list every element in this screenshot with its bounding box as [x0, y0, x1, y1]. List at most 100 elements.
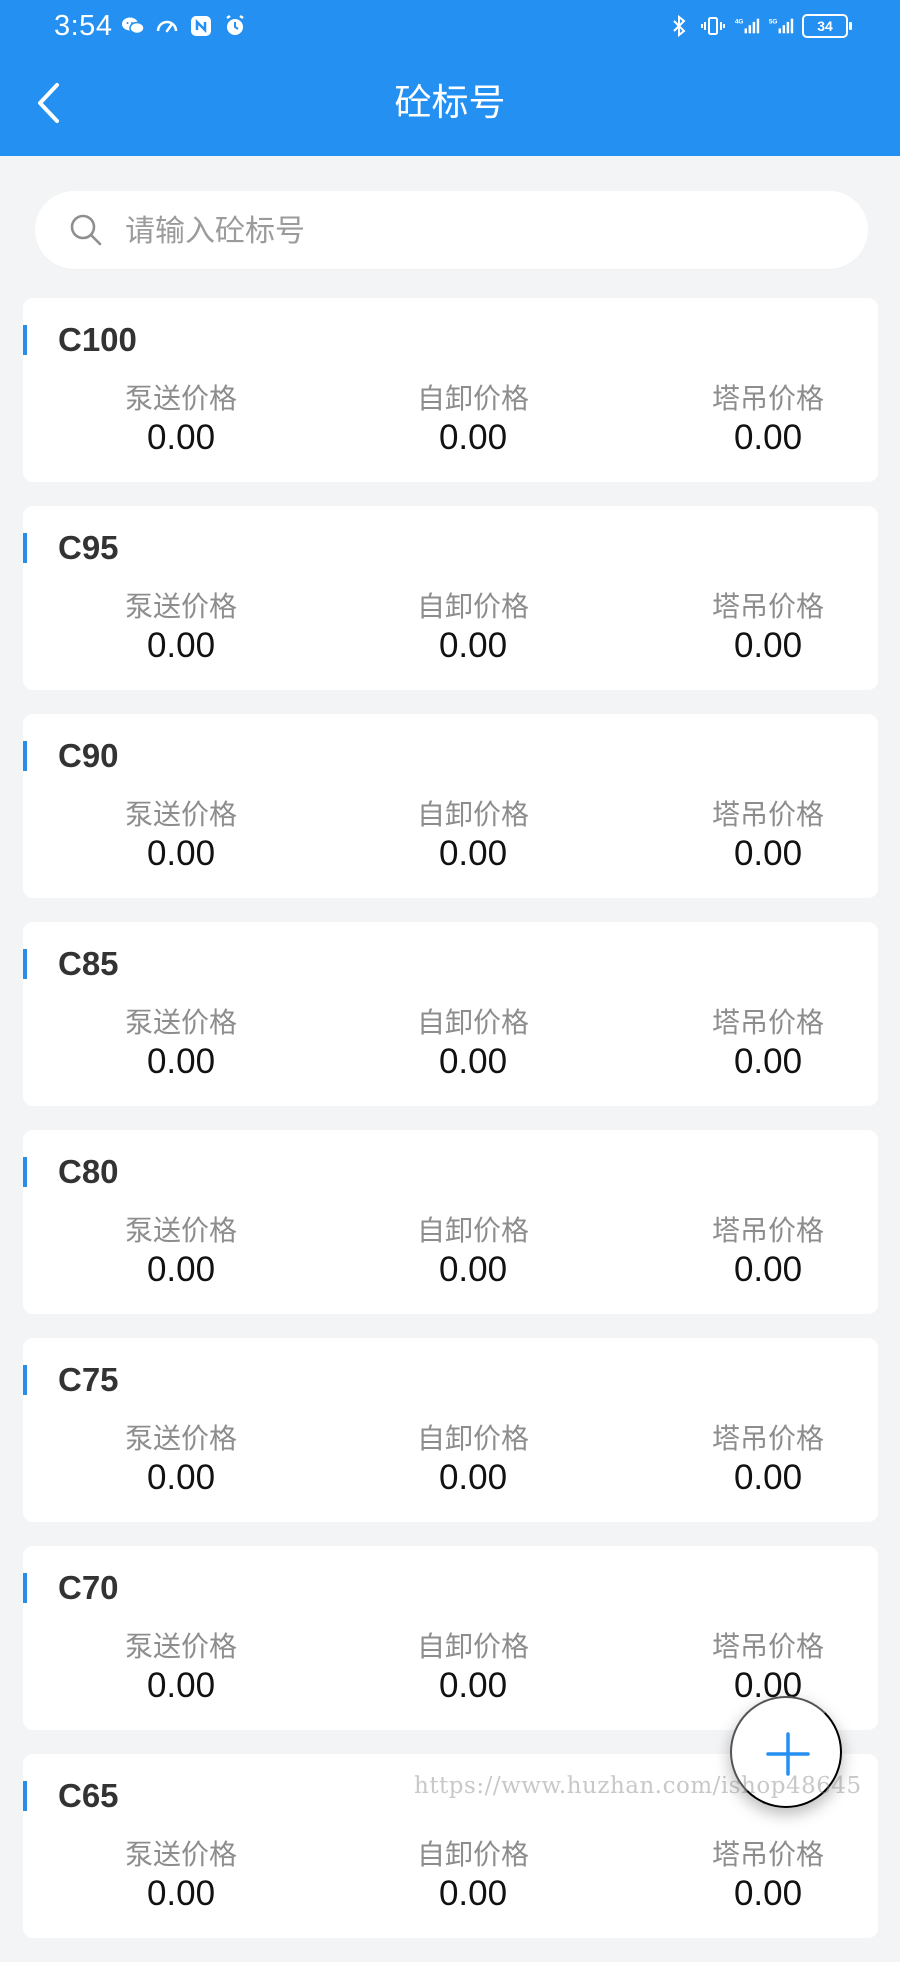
svg-text:4G: 4G [735, 19, 744, 26]
self-unload-price-label: 自卸价格 [416, 590, 529, 623]
grade-card-c80[interactable]: C80 泵送价格 0.00 自卸价格 0.00 塔吊价格 0.00 [23, 1130, 878, 1314]
pump-price-column: 泵送价格 0.00 [76, 798, 286, 874]
card-accent-bar [23, 1781, 27, 1811]
tower-crane-price-label: 塔吊价格 [711, 1838, 824, 1871]
self-unload-price-value: 0.00 [438, 1874, 508, 1913]
vibrate-icon [701, 17, 725, 35]
search-bar[interactable] [35, 191, 868, 269]
pump-price-value: 0.00 [146, 1250, 216, 1289]
status-time: 3:54 [54, 10, 113, 42]
pump-price-value: 0.00 [146, 1458, 216, 1497]
self-unload-price-label: 自卸价格 [416, 1838, 529, 1871]
pump-price-value: 0.00 [146, 1666, 216, 1705]
card-accent-bar [23, 533, 27, 563]
self-unload-price-column: 自卸价格 0.00 [368, 382, 578, 458]
grade-name: C90 [58, 737, 119, 774]
self-unload-price-label: 自卸价格 [416, 382, 529, 415]
grade-card-c95[interactable]: C95 泵送价格 0.00 自卸价格 0.00 塔吊价格 0.00 [23, 506, 878, 690]
self-unload-price-value: 0.00 [438, 418, 508, 457]
pump-price-value: 0.00 [146, 1042, 216, 1081]
pump-price-label: 泵送价格 [124, 1630, 237, 1663]
pump-price-column: 泵送价格 0.00 [76, 1838, 286, 1914]
self-unload-price-label: 自卸价格 [416, 1630, 529, 1663]
add-grade-button[interactable] [730, 1696, 842, 1808]
self-unload-price-value: 0.00 [438, 1666, 508, 1705]
status-bar: 3:54 4G 5G 34 [0, 0, 900, 52]
pump-price-value: 0.00 [146, 418, 216, 457]
grade-name: C70 [58, 1569, 119, 1606]
self-unload-price-value: 0.00 [438, 1250, 508, 1289]
self-unload-price-label: 自卸价格 [416, 1422, 529, 1455]
tower-crane-price-label: 塔吊价格 [711, 1630, 824, 1663]
card-accent-bar [23, 325, 27, 355]
pump-price-column: 泵送价格 0.00 [76, 1422, 286, 1498]
tower-crane-price-column: 塔吊价格 0.00 [663, 1422, 873, 1498]
grade-card-c70[interactable]: C70 泵送价格 0.00 自卸价格 0.00 塔吊价格 0.00 [23, 1546, 878, 1730]
grade-card-c75[interactable]: C75 泵送价格 0.00 自卸价格 0.00 塔吊价格 0.00 [23, 1338, 878, 1522]
self-unload-price-column: 自卸价格 0.00 [368, 1630, 578, 1706]
pump-price-label: 泵送价格 [124, 1838, 237, 1871]
plus-icon [766, 1732, 810, 1776]
tower-crane-price-label: 塔吊价格 [711, 798, 824, 831]
pump-price-value: 0.00 [146, 834, 216, 873]
tower-crane-price-value: 0.00 [733, 418, 803, 457]
pump-price-label: 泵送价格 [124, 382, 237, 415]
pump-price-label: 泵送价格 [124, 1006, 237, 1039]
tower-crane-price-column: 塔吊价格 0.00 [663, 1214, 873, 1290]
tower-crane-price-label: 塔吊价格 [711, 1422, 824, 1455]
pump-price-label: 泵送价格 [124, 798, 237, 831]
tower-crane-price-column: 塔吊价格 0.00 [663, 590, 873, 666]
grade-card-c90[interactable]: C90 泵送价格 0.00 自卸价格 0.00 塔吊价格 0.00 [23, 714, 878, 898]
speed-icon [156, 20, 178, 33]
tower-crane-price-value: 0.00 [733, 1042, 803, 1081]
card-accent-bar [23, 1157, 27, 1187]
grade-name: C80 [58, 1153, 119, 1190]
pump-price-label: 泵送价格 [124, 1214, 237, 1247]
pump-price-column: 泵送价格 0.00 [76, 1214, 286, 1290]
tower-crane-price-label: 塔吊价格 [711, 382, 824, 415]
grade-name: C65 [58, 1777, 119, 1814]
svg-text:5G: 5G [769, 19, 778, 26]
self-unload-price-column: 自卸价格 0.00 [368, 1422, 578, 1498]
tower-crane-price-column: 塔吊价格 0.00 [663, 382, 873, 458]
pump-price-value: 0.00 [146, 626, 216, 665]
card-accent-bar [23, 1365, 27, 1395]
pump-price-label: 泵送价格 [124, 1422, 237, 1455]
tower-crane-price-label: 塔吊价格 [711, 1214, 824, 1247]
nfc-icon [191, 16, 211, 36]
self-unload-price-value: 0.00 [438, 626, 508, 665]
tower-crane-price-value: 0.00 [733, 1458, 803, 1497]
tower-crane-price-column: 塔吊价格 0.00 [663, 798, 873, 874]
self-unload-price-label: 自卸价格 [416, 798, 529, 831]
signal-4g-icon: 4G [735, 19, 760, 34]
bluetooth-icon [673, 14, 686, 38]
grade-name: C85 [58, 945, 119, 982]
tower-crane-price-value: 0.00 [733, 1250, 803, 1289]
self-unload-price-column: 自卸价格 0.00 [368, 1214, 578, 1290]
self-unload-price-label: 自卸价格 [416, 1006, 529, 1039]
tower-crane-price-value: 0.00 [733, 626, 803, 665]
card-accent-bar [23, 1573, 27, 1603]
grade-card-c100[interactable]: C100 泵送价格 0.00 自卸价格 0.00 塔吊价格 0.00 [23, 298, 878, 482]
grade-name: C95 [58, 529, 119, 566]
self-unload-price-column: 自卸价格 0.00 [368, 590, 578, 666]
search-input[interactable] [123, 203, 817, 259]
grade-name: C100 [58, 321, 137, 358]
card-accent-bar [23, 949, 27, 979]
pump-price-column: 泵送价格 0.00 [76, 1006, 286, 1082]
pump-price-value: 0.00 [146, 1874, 216, 1913]
pump-price-label: 泵送价格 [124, 590, 237, 623]
grade-name: C75 [58, 1361, 119, 1398]
tower-crane-price-column: 塔吊价格 0.00 [663, 1006, 873, 1082]
card-accent-bar [23, 741, 27, 771]
battery-level: 34 [817, 18, 833, 34]
tower-crane-price-value: 0.00 [733, 834, 803, 873]
pump-price-column: 泵送价格 0.00 [76, 590, 286, 666]
status-left-icons [120, 13, 248, 39]
grade-card-c85[interactable]: C85 泵送价格 0.00 自卸价格 0.00 塔吊价格 0.00 [23, 922, 878, 1106]
self-unload-price-value: 0.00 [438, 1458, 508, 1497]
status-right-icons: 4G 5G 34 [666, 13, 852, 39]
tower-crane-price-column: 塔吊价格 0.00 [663, 1630, 873, 1706]
pump-price-column: 泵送价格 0.00 [76, 382, 286, 458]
wechat-icon [122, 17, 145, 35]
